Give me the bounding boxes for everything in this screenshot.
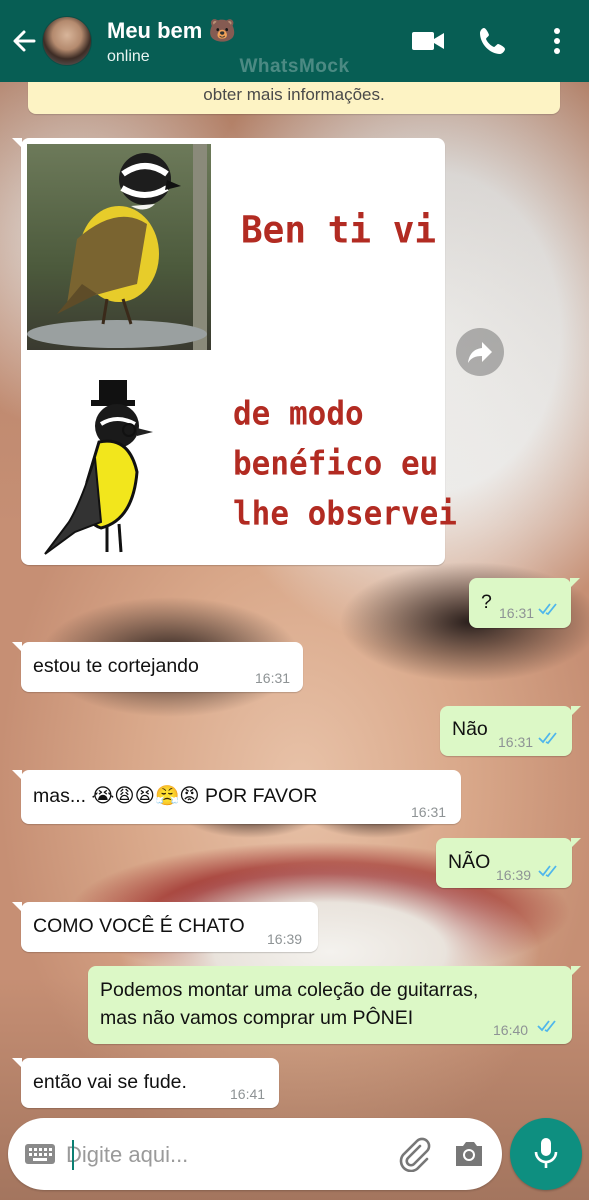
contact-status: online (107, 48, 150, 65)
message-composer (8, 1118, 502, 1190)
cartoon-bird (44, 380, 153, 555)
meme-text-line2: de modo (233, 395, 364, 433)
incoming-message[interactable]: então vai se fude. 16:41 (12, 1058, 279, 1108)
incoming-message[interactable]: estou te cortejando 16:31 (12, 642, 303, 692)
message-text: NÃO (448, 851, 491, 873)
message-time: 16:31 (411, 804, 447, 820)
message-time: 16:39 (496, 867, 532, 883)
outgoing-message[interactable]: Não 16:31 (440, 706, 581, 756)
image-message[interactable]: Ben ti vi de modo benéfico eu lhe observ… (12, 138, 457, 565)
text-cursor (72, 1140, 74, 1170)
meme-text-line3: benéfico eu (233, 445, 439, 483)
message-text: COMO VOCÊ É CHATO (33, 915, 245, 937)
phone-icon[interactable] (476, 24, 512, 58)
message-text-line2: mas não vamos comprar um PÔNEI (100, 1007, 414, 1029)
meme-text-line1: Ben ti vi (241, 208, 437, 253)
chat-header: Meu bem 🐻 online (0, 0, 589, 82)
meme-image: Ben ti vi de modo benéfico eu lhe observ… (27, 144, 457, 559)
forward-icon (468, 342, 492, 363)
contact-avatar[interactable] (42, 16, 92, 66)
read-receipt-icon (538, 865, 557, 878)
message-text: mas... 😭😩😫😤😡 POR FAVOR (33, 785, 318, 807)
message-text-line1: Podemos montar uma coleção de guitarras, (100, 979, 479, 1001)
mic-icon (534, 1138, 558, 1168)
message-text: ? (481, 591, 492, 613)
video-call-icon[interactable] (410, 24, 446, 58)
attach-icon[interactable] (396, 1136, 432, 1172)
bird-photo (27, 144, 211, 350)
message-time: 16:31 (499, 605, 535, 621)
outgoing-message[interactable]: ? 16:31 (469, 578, 580, 628)
message-text: Não (452, 718, 488, 740)
outgoing-message[interactable]: NÃO 16:39 (436, 838, 581, 888)
more-vert-icon[interactable] (539, 24, 575, 58)
read-receipt-icon (538, 603, 557, 616)
contact-name[interactable]: Meu bem 🐻 (107, 18, 236, 44)
message-text: então vai se fude. (33, 1071, 187, 1093)
message-input[interactable] (66, 1138, 366, 1172)
read-receipt-icon (538, 732, 557, 745)
read-receipt-icon (537, 1020, 556, 1033)
encryption-info-banner[interactable]: obter mais informações. (28, 80, 560, 114)
keyboard-icon[interactable] (24, 1142, 56, 1166)
message-time: 16:31 (498, 734, 534, 750)
camera-icon[interactable] (452, 1138, 486, 1170)
outgoing-message[interactable]: Podemos montar uma coleção de guitarras,… (88, 966, 581, 1044)
forward-button[interactable] (456, 328, 504, 376)
message-time: 16:41 (230, 1086, 266, 1102)
message-time: 16:31 (255, 670, 291, 686)
mic-button[interactable] (510, 1118, 582, 1190)
meme-text-line4: lhe observei (233, 495, 457, 533)
message-time: 16:40 (493, 1022, 529, 1038)
back-arrow-icon[interactable] (8, 24, 40, 58)
message-text: estou te cortejando (33, 655, 199, 677)
incoming-message[interactable]: COMO VOCÊ É CHATO 16:39 (12, 902, 318, 952)
message-time: 16:39 (267, 931, 303, 947)
incoming-message[interactable]: mas... 😭😩😫😤😡 POR FAVOR 16:31 (12, 770, 461, 824)
